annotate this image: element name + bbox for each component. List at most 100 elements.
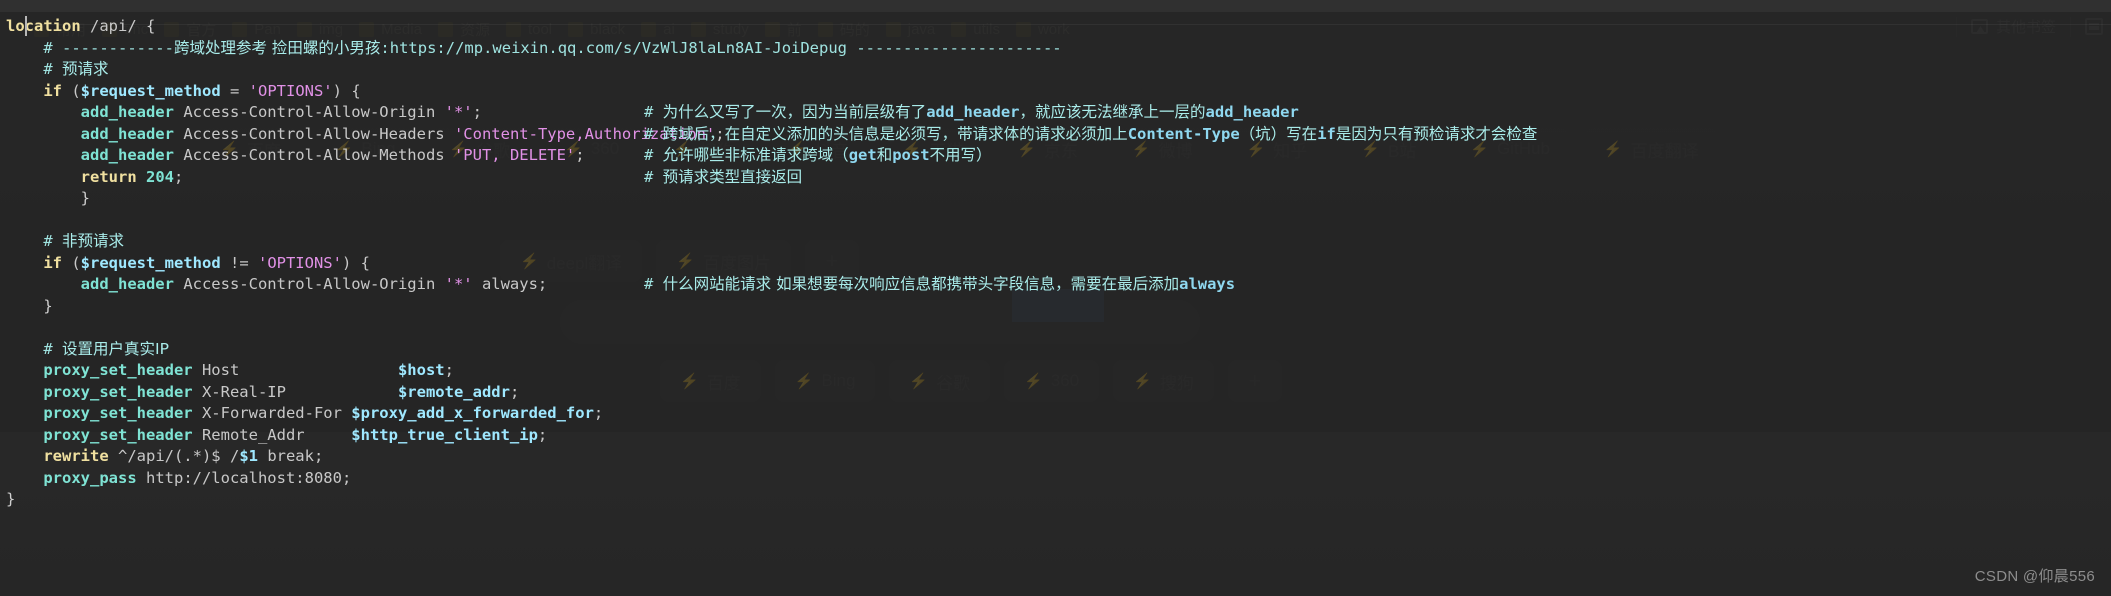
code-line[interactable]: if ($request_method = 'OPTIONS') { [0,81,2111,103]
code-token: break; [257,447,324,465]
code-line[interactable]: # ------------跨域处理参考 捡田螺的小男孩:https://mp.… [0,38,2111,60]
code-token: 跨域处理参考 捡田螺的小男孩 [173,38,381,57]
code-token: Host [192,361,398,379]
comment-token: （坑）写在 [1239,124,1318,143]
comment-token: 为什么又写了一次，因为当前层级有了 [662,103,927,121]
code-line[interactable]: location /api/ { [0,16,2111,38]
code-token: Access-Control-Allow-Origin [173,103,445,121]
code-token: $host [397,361,445,379]
code-line[interactable]: proxy_set_header X-Real-IP $remote_addr; [0,382,2111,404]
code-token: location [6,17,81,35]
screenshot-root: 常用tmc官方PanimgMedia资源toolblackaistudy前码的j… [0,0,2111,596]
code-token: } [80,189,90,207]
code-line[interactable]: rewrite ^/api/(.*)$ /$1 break; [0,446,2111,468]
code-token: Access-Control-Allow-Origin [173,275,445,293]
code-line[interactable]: # 非预请求 [0,231,2111,253]
code-token: if [43,253,62,272]
code-token: :https://mp.weixin.qq.com/s/VzWlJ8laLn8A… [380,38,1062,57]
comment-token: add_header [926,103,1020,121]
inline-comment: # 什么网站能请求 如果想要每次响应信息都携带头字段信息，需要在最后添加alwa… [644,274,1235,296]
code-token: $http_true_client_ip [351,425,538,444]
code-line[interactable]: add_header Access-Control-Allow-Origin '… [0,102,2111,124]
code-line[interactable]: # 设置用户真实IP [0,339,2111,361]
code-token: ^/api/(.*)$ / [108,447,240,465]
code-token: 'OPTIONS' [248,81,333,100]
code-token: X-Real-IP [192,382,398,401]
code-token: always; [472,275,548,293]
comment-token: # [644,103,663,121]
code-line[interactable]: add_header Access-Control-Allow-Methods … [0,145,2111,167]
comment-token: 预请求类型直接返回 [662,167,803,186]
code-line[interactable]: if ($request_method != 'OPTIONS') { [0,253,2111,275]
inline-comment: # 为什么又写了一次，因为当前层级有了add_header，就应该无法继承上一层… [644,102,1299,124]
code-token: ; [444,361,454,379]
code-line[interactable] [0,210,2111,232]
comment-token: # [644,167,663,186]
code-token: 'OPTIONS' [257,253,342,272]
code-line[interactable]: add_header Access-Control-Allow-Origin '… [0,274,2111,296]
code-token: return [80,167,137,186]
code-token: '*' [444,275,473,293]
code-token: if [43,81,62,100]
code-line[interactable]: } [0,489,2111,511]
code-line[interactable]: # 预请求 [0,59,2111,81]
code-token: != [220,253,258,272]
code-line[interactable]: } [0,188,2111,210]
code-token: ( [62,81,81,100]
code-body[interactable]: location /api/ { # ------------跨域处理参考 捡田… [0,16,2111,511]
code-token: ) { [341,253,370,272]
code-token: 设置用户真实IP [62,339,169,358]
code-token: ; [509,382,520,401]
comment-token: 跨域后，在自定义添加的头信息是必须写，带请求体的请求必须加上 [662,124,1128,143]
code-line[interactable]: proxy_set_header Remote_Addr $http_true_… [0,425,2111,447]
text-caret [25,16,27,36]
code-line[interactable]: proxy_set_header X-Forwarded-For $proxy_… [0,403,2111,425]
code-token: /api/ [80,17,146,35]
code-token: add_header [80,275,174,293]
comment-token: Content-Type [1127,124,1240,143]
code-token: $proxy_add_x_forwarded_for [351,404,594,422]
code-token: proxy_pass [43,468,137,487]
code-token: 预请求 [62,60,109,78]
comment-token: always [1179,275,1236,293]
code-token: ; [575,146,585,164]
comment-token: 不用写） [929,146,992,164]
code-token: } [43,296,53,315]
code-token: ; [593,404,604,422]
code-line[interactable]: proxy_set_header Host $host; [0,360,2111,382]
code-line[interactable]: return 204; # 预请求类型直接返回 [0,167,2111,189]
code-token: ; [537,425,548,444]
code-token: $remote_addr [397,382,510,401]
code-token: proxy_set_header [43,425,193,444]
code-line[interactable]: add_header Access-Control-Allow-Headers … [0,124,2111,146]
code-editor-overlay[interactable]: location /api/ { # ------------跨域处理参考 捡田… [0,12,2111,508]
comment-token: 什么网站能请求 如果想要每次响应信息都携带头字段信息，需要在最后添加 [662,275,1180,293]
code-line[interactable]: } [0,296,2111,318]
comment-token: if [1317,124,1336,143]
code-token: Access-Control-Allow-Headers [173,124,454,143]
code-line[interactable]: proxy_pass http://localhost:8080; [0,468,2111,490]
comment-token: get [848,146,877,164]
code-token: rewrite [43,447,109,465]
code-line[interactable] [0,317,2111,339]
code-token: # [43,232,62,250]
code-token: # ------------ [43,38,174,57]
code-token: 204 [146,167,174,186]
code-token: 'PUT, DELETE' [453,146,576,164]
editor-top-rule [28,24,2111,25]
comment-token: # [644,275,663,293]
comment-token: # [644,146,663,164]
